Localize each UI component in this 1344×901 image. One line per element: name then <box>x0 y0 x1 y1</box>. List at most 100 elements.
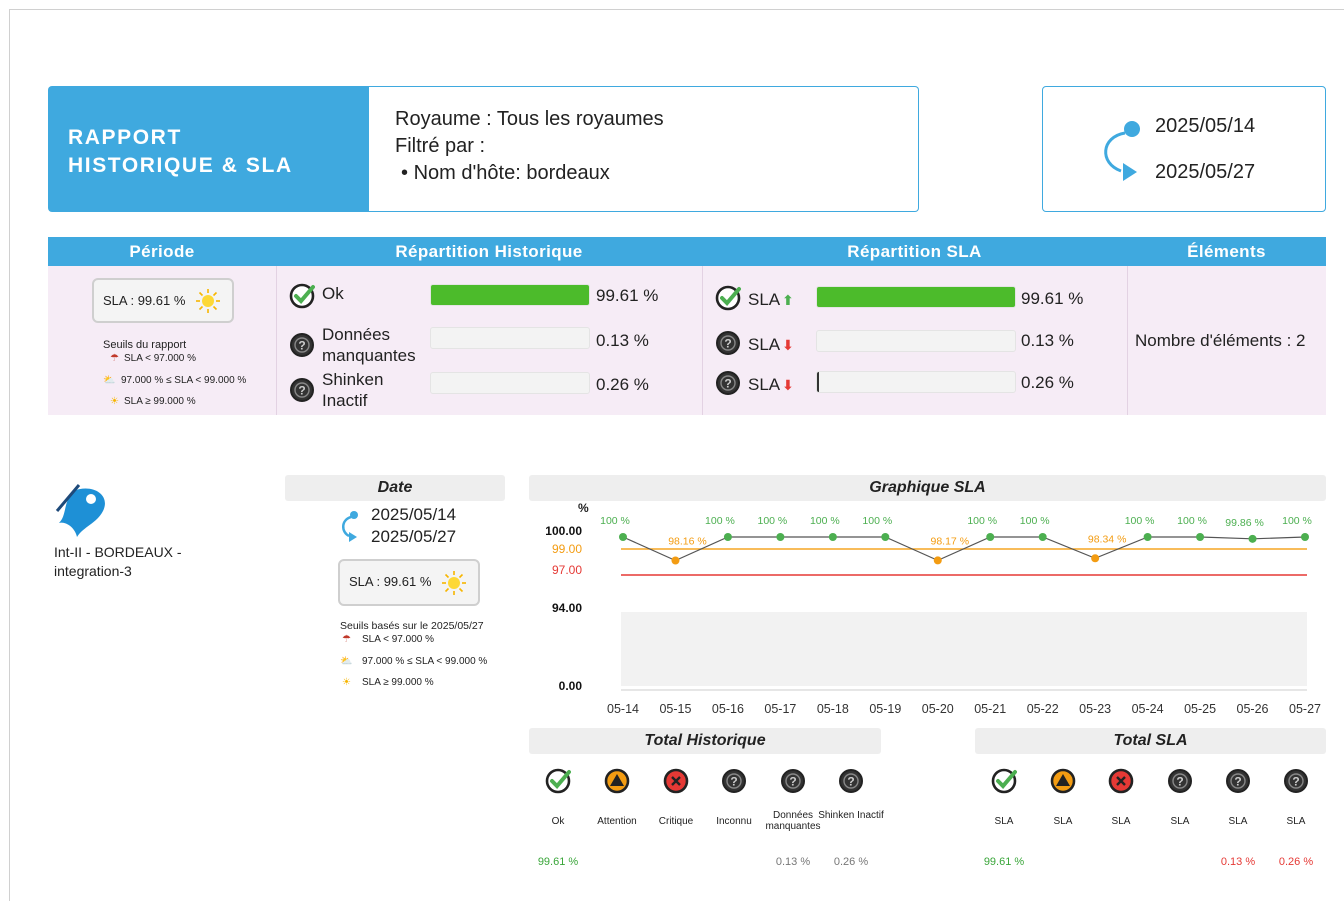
question-icon: ? <box>715 330 741 361</box>
question-icon: ? <box>1225 768 1251 794</box>
filtered-by-text: Filtré par : <box>395 135 486 157</box>
storm-icon: ☂ <box>342 634 351 645</box>
sla-value: 99.61 % <box>1021 289 1084 308</box>
col-sla: Répartition SLA <box>702 237 1127 266</box>
host-threshold-warning: ⛅ 97.000 % ≤ SLA < 99.000 % <box>340 656 487 667</box>
question-icon: ? <box>715 370 741 401</box>
sla-label: SLA ⬇ <box>748 374 794 396</box>
sla-label: SLA ⬆ <box>748 289 794 311</box>
host-sla-value: SLA : 99.61 % <box>349 574 432 589</box>
data-point[interactable] <box>1038 533 1047 541</box>
sla-label-text: SLA <box>748 375 781 394</box>
chart-lower-band <box>621 612 1307 686</box>
history-label: Données manquantes <box>322 325 416 365</box>
warning-icon <box>604 768 630 794</box>
sla-bar <box>816 286 1016 308</box>
check-icon <box>991 768 1017 794</box>
storm-icon: ☂ <box>110 353 119 364</box>
history-bar <box>430 284 590 306</box>
host-threshold-warning-label: 97.000 % ≤ SLA < 99.000 % <box>362 656 488 667</box>
total-history-value: 0.26 % <box>833 856 869 868</box>
data-point[interactable] <box>933 556 942 565</box>
svg-text:?: ? <box>724 337 731 351</box>
svg-text:?: ? <box>298 384 305 398</box>
history-bar <box>430 372 590 394</box>
data-point[interactable] <box>1091 554 1100 563</box>
threshold-ok: ☀ SLA ≥ 99.000 % <box>110 396 196 407</box>
sla-bar <box>816 371 1016 393</box>
svg-text:?: ? <box>298 339 305 353</box>
data-point[interactable] <box>1301 533 1309 541</box>
svg-text:?: ? <box>847 775 854 789</box>
report-title-line2: HISTORIQUE & SLA <box>68 154 293 177</box>
arrow-up-icon: ⬆ <box>782 292 794 308</box>
filter-item-label: Nom d'hôte: bordeaux <box>413 162 610 184</box>
data-point[interactable] <box>986 533 995 541</box>
col-elements: Éléments <box>1127 237 1326 266</box>
elements-count: Nombre d'éléments : 2 <box>1135 331 1306 350</box>
data-point[interactable] <box>881 533 890 541</box>
history-value: 0.26 % <box>596 375 649 394</box>
threshold-warning: ⛅ 97.000 % ≤ SLA < 99.000 % <box>103 375 246 386</box>
history-value: 0.13 % <box>596 331 649 350</box>
data-point[interactable] <box>723 533 732 541</box>
data-label: 100 % <box>1020 515 1050 527</box>
sla-label-text: SLA <box>748 290 781 309</box>
svg-text:?: ? <box>1176 775 1183 789</box>
host-threshold-critical-label: SLA < 97.000 % <box>362 634 435 645</box>
history-label: Ok <box>322 284 344 303</box>
data-label: 98.34 % <box>1088 533 1127 545</box>
svg-text:?: ? <box>730 775 737 789</box>
svg-text:?: ? <box>724 377 731 391</box>
data-label: 100 % <box>967 515 997 527</box>
total-history-title: Total Historique <box>529 728 881 754</box>
data-point[interactable] <box>828 533 837 541</box>
sla-label: SLA ⬇ <box>748 334 794 356</box>
data-point[interactable] <box>671 556 680 565</box>
question-icon: ? <box>1167 768 1193 794</box>
data-point[interactable] <box>1196 533 1205 541</box>
data-label: 100 % <box>600 515 630 527</box>
host-name: Int-II - BORDEAUX - integration-3 <box>54 544 182 579</box>
filter-box: Royaume : Tous les royaumes Filtré par :… <box>369 86 919 212</box>
question-icon: ? <box>780 768 806 794</box>
host-threshold-ok: ☀ SLA ≥ 99.000 % <box>342 677 434 688</box>
x-tick-label: 05-19 <box>869 702 901 716</box>
data-label: 100 % <box>757 515 787 527</box>
arrow-down-icon: ⬇ <box>782 337 794 353</box>
svg-text:?: ? <box>1234 775 1241 789</box>
threshold-critical: ☂ SLA < 97.000 % <box>110 353 196 364</box>
x-tick-label: 05-25 <box>1184 702 1216 716</box>
history-value: 99.61 % <box>596 286 659 305</box>
cloud-sun-icon: ⛅ <box>103 375 116 386</box>
realm-text: Royaume : Tous les royaumes <box>395 108 664 130</box>
sla-bar <box>816 330 1016 352</box>
total-history-label: Shinken Inactif <box>818 810 884 821</box>
sla-value: 0.26 % <box>1021 373 1074 392</box>
total-sla-label: SLA <box>1286 816 1306 827</box>
question-icon: ? <box>838 768 864 794</box>
threshold-critical-label: SLA < 97.000 % <box>124 353 197 364</box>
sun-small-icon: ☀ <box>342 677 351 688</box>
data-point[interactable] <box>1143 533 1152 541</box>
data-point[interactable] <box>619 533 627 541</box>
sla-value: 0.13 % <box>1021 331 1074 350</box>
data-label: 99.86 % <box>1225 517 1264 529</box>
col-historique: Répartition Historique <box>276 237 702 266</box>
x-tick-label: 05-15 <box>659 702 691 716</box>
host-threshold-ok-label: SLA ≥ 99.000 % <box>362 677 434 688</box>
x-tick-label: 05-20 <box>922 702 954 716</box>
period-sla-badge: SLA : 99.61 % <box>92 278 234 323</box>
history-bar <box>430 327 590 349</box>
host-sla-badge: SLA : 99.61 % <box>338 559 480 606</box>
date-range-icon <box>1104 121 1140 181</box>
cloud-sun-icon: ⛅ <box>340 656 353 667</box>
data-label: 98.17 % <box>931 535 970 547</box>
data-point[interactable] <box>776 533 785 541</box>
critical-icon <box>663 768 689 794</box>
sla-label-text: SLA <box>748 335 781 354</box>
host-date-end: 2025/05/27 <box>371 527 457 546</box>
x-tick-label: 05-17 <box>764 702 796 716</box>
data-point[interactable] <box>1248 534 1257 543</box>
data-label: 100 % <box>810 515 840 527</box>
